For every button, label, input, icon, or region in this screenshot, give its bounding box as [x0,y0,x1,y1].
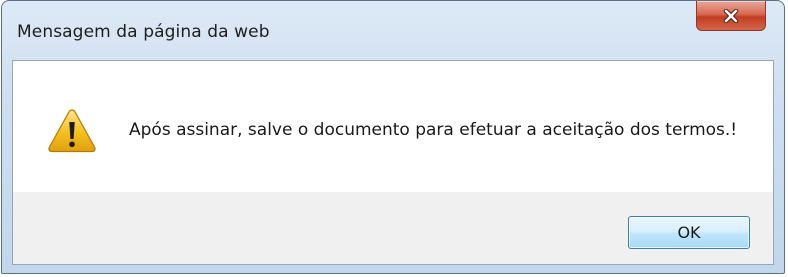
dialog-title: Mensagem da página da web [17,22,270,42]
message-dialog: Mensagem da página da web Após assinar, … [1,0,785,274]
close-icon [723,8,739,23]
message-area: Após assinar, salve o documento para efe… [13,61,773,192]
ok-button[interactable]: OK [628,216,750,249]
warning-icon [47,108,97,153]
dialog-message: Após assinar, salve o documento para efe… [129,120,738,140]
dialog-body: Após assinar, salve o documento para efe… [12,60,774,265]
close-button[interactable] [696,1,766,31]
title-bar[interactable]: Mensagem da página da web [2,1,784,61]
